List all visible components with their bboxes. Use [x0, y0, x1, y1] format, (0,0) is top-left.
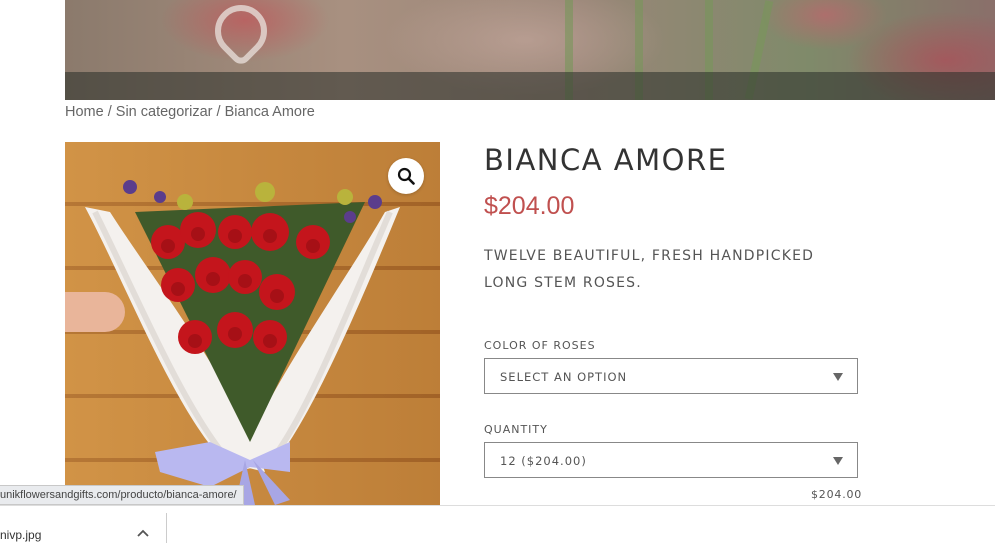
- breadcrumb-current: Bianca Amore: [224, 104, 315, 120]
- quantity-select[interactable]: 12 ($204.00): [484, 442, 858, 478]
- dropdown-arrow-icon: [833, 373, 843, 381]
- product-price: $204.00: [484, 192, 575, 220]
- breadcrumb-home-link[interactable]: Home: [65, 104, 104, 120]
- download-bar: nivp.jpg: [0, 505, 995, 543]
- magnifier-icon: [397, 167, 415, 185]
- quantity-select-value: 12 ($204.00): [500, 454, 587, 468]
- color-select[interactable]: Select an option: [484, 358, 858, 394]
- dropdown-arrow-icon: [833, 457, 843, 465]
- chevron-up-icon[interactable]: [136, 527, 150, 541]
- download-filename[interactable]: nivp.jpg: [0, 528, 41, 542]
- breadcrumb: Home / Sin categorizar / Bianca Amore: [65, 104, 315, 120]
- zoom-button[interactable]: [388, 158, 424, 194]
- subtotal-price: $204.00: [811, 488, 863, 501]
- status-bar-url: unikflowersandgifts.com/producto/bianca-…: [0, 485, 244, 505]
- breadcrumb-category-link[interactable]: Sin categorizar: [116, 104, 213, 120]
- product-description: Twelve beautiful, fresh handpicked long …: [484, 248, 815, 291]
- download-separator: [166, 513, 167, 543]
- product-image[interactable]: [65, 142, 440, 505]
- color-label: Color of roses: [484, 339, 596, 352]
- product-title: Bianca Amore: [484, 143, 728, 177]
- hero-banner: [65, 0, 995, 100]
- color-select-value: Select an option: [500, 370, 628, 384]
- bouquet-illustration: [85, 180, 400, 505]
- heart-decoration: [204, 0, 278, 68]
- quantity-label: Quantity: [484, 423, 548, 436]
